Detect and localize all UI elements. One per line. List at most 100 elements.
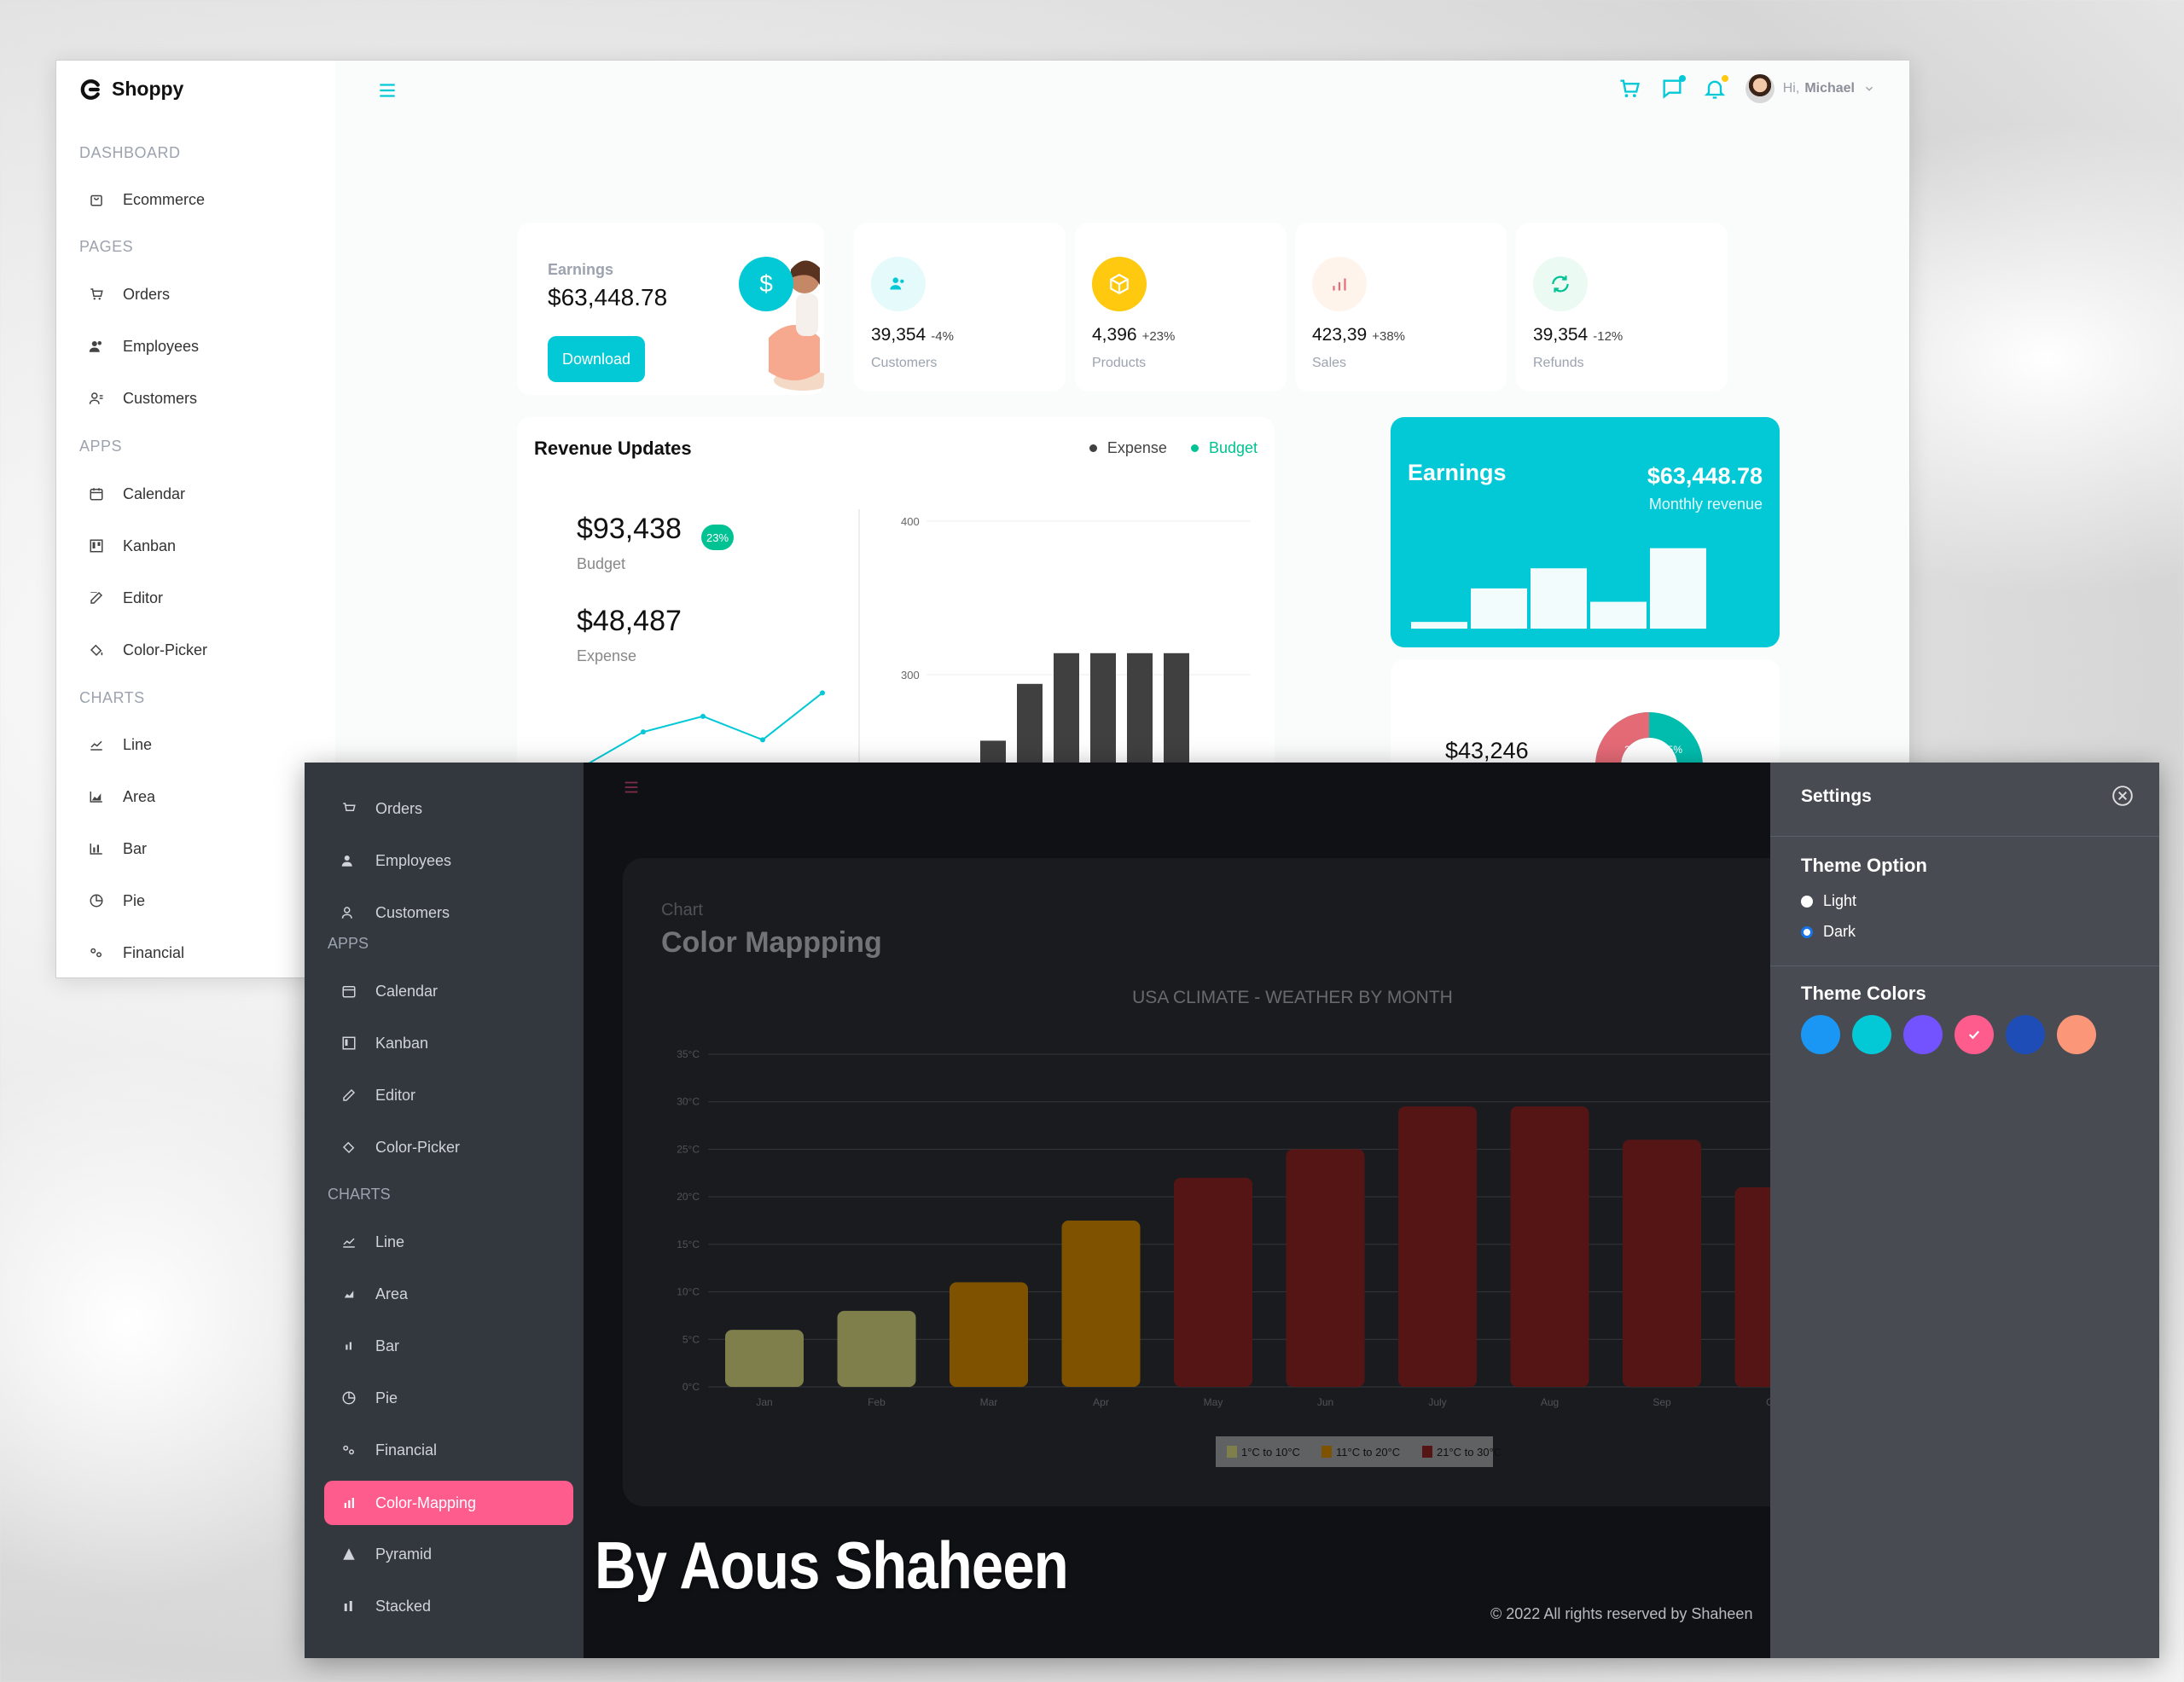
sidebar-item-editor[interactable]: Editor — [89, 581, 163, 615]
download-button[interactable]: Download — [548, 336, 645, 382]
sidebar-item-label: Editor — [123, 589, 164, 606]
stat-percent: +38% — [1372, 329, 1406, 344]
sidebar-item-label: Pie — [123, 891, 146, 909]
cart-icon[interactable] — [1618, 77, 1641, 101]
stacked-chart-icon — [341, 1598, 357, 1614]
sidebar-item-orders[interactable]: Orders — [89, 277, 170, 311]
y-tick-label: 300 — [901, 669, 920, 682]
stat-value: 4,396 +23% — [1092, 325, 1176, 345]
sidebar-item-bar[interactable]: Bar — [324, 1329, 584, 1363]
sidebar-item-line[interactable]: Line — [89, 728, 152, 762]
check-icon — [1966, 1027, 1982, 1042]
area-chart-icon — [341, 1286, 357, 1302]
section-title-apps: APPS — [328, 935, 369, 952]
theme-radio-dark[interactable]: Dark — [1801, 923, 1856, 941]
sidebar-item-bar[interactable]: Bar — [89, 832, 147, 866]
brand-name: Shoppy — [112, 78, 184, 100]
sidebar-item-orders[interactable]: Orders — [324, 792, 584, 826]
sidebar-item-kanban[interactable]: Kanban — [89, 529, 176, 563]
sidebar-item-pie[interactable]: Pie — [89, 884, 145, 918]
sidebar-item-ecommerce[interactable]: Ecommerce — [89, 183, 205, 217]
bar-chart-icon — [89, 841, 104, 856]
theme-color-swatch[interactable] — [1955, 1015, 1994, 1054]
bar-chart-icon — [341, 1495, 357, 1511]
divider — [1770, 836, 2159, 837]
user-profile[interactable]: Hi, Michael — [1745, 74, 1875, 103]
sidebar-item-financial[interactable]: Financial — [89, 936, 184, 970]
paint-bucket-icon — [89, 642, 104, 658]
earnings-bar — [1411, 622, 1467, 629]
close-icon[interactable] — [2111, 785, 2134, 807]
sidebar-item-calendar[interactable]: Calendar — [89, 477, 185, 511]
stat-icon-button[interactable] — [1312, 257, 1367, 311]
cart-icon — [341, 801, 357, 816]
sidebar-item-editor[interactable]: Editor — [324, 1078, 584, 1112]
notification-dot — [1678, 75, 1686, 82]
budget-label: Budget — [577, 555, 626, 572]
section-title-apps: APPS — [79, 438, 123, 455]
sidebar-item-label: Orders — [123, 285, 171, 303]
avatar — [1745, 74, 1774, 103]
brand-logo[interactable]: Shoppy — [79, 78, 183, 101]
sidebar-item-label: Ecommerce — [123, 190, 206, 208]
stat-card-products: 4,396 +23% Products — [1075, 223, 1287, 392]
theme-color-swatch[interactable] — [1852, 1015, 1891, 1054]
theme-color-swatch[interactable] — [1801, 1015, 1840, 1054]
sidebar-item-color-picker[interactable]: Color-Picker — [89, 633, 207, 667]
sidebar-item-calendar[interactable]: Calendar — [324, 974, 584, 1008]
revenue-title: Revenue Updates — [534, 438, 692, 459]
chat-icon[interactable] — [1660, 75, 1686, 101]
menu-toggle-icon[interactable] — [376, 79, 398, 102]
sidebar-item-customers[interactable]: Customers — [89, 381, 197, 415]
sidebar-item-financial[interactable]: Financial — [324, 1433, 584, 1467]
monthly-earnings-card: Earnings $63,448.78 Monthly revenue — [1391, 417, 1780, 647]
sidebar-item-color-mapping[interactable]: Color-Mapping — [324, 1481, 573, 1525]
theme-color-swatch[interactable] — [1903, 1015, 1943, 1054]
sidebar-item-area[interactable]: Area — [89, 780, 155, 814]
dark-theme-screenshot: Orders Employees Customers APPS Calendar… — [305, 763, 2159, 1658]
sidebar-item-label: Color-Picker — [375, 1138, 461, 1156]
legend-expense: Expense — [1089, 439, 1167, 457]
sidebar-item-label: Pie — [375, 1389, 398, 1406]
sidebar-item-pyramid[interactable]: Pyramid — [324, 1537, 584, 1571]
earnings-bar-chart — [1411, 548, 1706, 629]
edit-icon — [341, 1088, 357, 1103]
stat-percent: +23% — [1141, 329, 1176, 344]
theme-color-swatch[interactable] — [2006, 1015, 2045, 1054]
stat-icon-button[interactable] — [1533, 257, 1588, 311]
customers-icon — [89, 391, 104, 406]
stat-label: Products — [1092, 356, 1147, 370]
sidebar-item-color-picker[interactable]: Color-Picker — [324, 1130, 584, 1164]
section-title-dashboard: DASHBOARD — [79, 144, 181, 161]
theme-color-swatches — [1801, 1015, 2096, 1054]
expense-label: Expense — [577, 647, 637, 664]
financial-icon — [341, 1442, 357, 1458]
topbar-actions: Hi, Michael — [1618, 74, 1875, 103]
sidebar-item-label: Stacked — [375, 1597, 432, 1615]
theme-color-swatch[interactable] — [2057, 1015, 2096, 1054]
earnings-bar — [1471, 588, 1527, 629]
stat-icon-button[interactable] — [871, 257, 926, 311]
calendar-icon — [341, 983, 357, 999]
radio-button-checked[interactable] — [1801, 925, 1813, 938]
sidebar-item-line[interactable]: Line — [324, 1225, 584, 1259]
sidebar-item-employees[interactable]: Employees — [324, 844, 584, 878]
sidebar-item-label: Customers — [375, 903, 450, 921]
sidebar-item-kanban[interactable]: Kanban — [324, 1026, 584, 1060]
sidebar-item-label: Color-Picker — [123, 641, 208, 658]
sidebar-item-label: Pyramid — [375, 1545, 433, 1563]
sidebar-item-label: Employees — [375, 851, 452, 869]
earnings-card-subtitle: Monthly revenue — [1648, 496, 1763, 513]
sidebar-item-label: Financial — [375, 1441, 438, 1459]
sidebar-item-stacked[interactable]: Stacked — [324, 1589, 584, 1623]
theme-radio-light[interactable]: Light — [1801, 892, 1856, 910]
radio-button[interactable] — [1801, 895, 1813, 908]
sidebar-item-label: Financial — [123, 943, 185, 961]
sidebar-item-area[interactable]: Area — [324, 1277, 584, 1311]
pie-card-value: $43,246 — [1445, 738, 1529, 763]
sidebar-item-employees[interactable]: Employees — [89, 329, 199, 363]
sidebar-item-pie[interactable]: Pie — [324, 1381, 584, 1415]
stat-icon-button[interactable] — [1092, 257, 1147, 311]
bell-icon[interactable] — [1703, 75, 1728, 101]
sidebar-item-customers[interactable]: Customers — [324, 896, 584, 930]
